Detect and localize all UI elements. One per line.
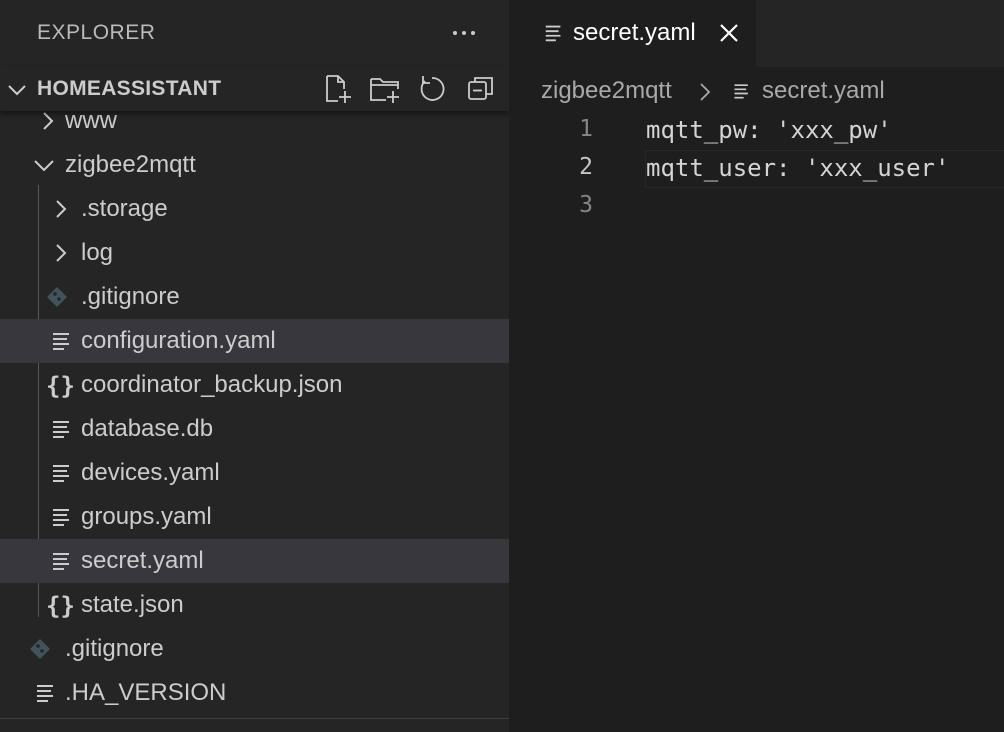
close-icon[interactable] [717, 21, 741, 45]
sidebar-divider [0, 718, 509, 719]
new-file-button[interactable] [322, 73, 354, 105]
line-text: mqtt_user: 'xxx_user' [646, 154, 950, 182]
tree-item-label: log [81, 239, 114, 266]
chevron-right-icon [56, 200, 67, 218]
lines-file-icon [53, 333, 69, 350]
tree-item-folder[interactable]: .storage [0, 187, 509, 231]
breadcrumb-folder[interactable]: zigbee2mqtt [541, 77, 672, 105]
chevron-down-icon [8, 85, 26, 96]
new-folder-icon [370, 78, 399, 103]
tree-item-file[interactable]: .gitignore [0, 627, 509, 671]
editor-pane: secret.yaml zigbee2mqtt secret.yaml 1 mq… [509, 0, 1004, 732]
tree-item-label: groups.yaml [81, 503, 212, 530]
more-actions-button[interactable] [447, 18, 481, 48]
tree-item-file[interactable]: {} state.json [0, 583, 509, 627]
lines-file-icon [545, 25, 561, 42]
workspace-title: HOMEASSISTANT [37, 77, 222, 100]
tree-item-file[interactable]: .HA_VERSION [0, 671, 509, 715]
tree-item-label: coordinator_backup.json [81, 371, 343, 398]
breadcrumb-file[interactable]: secret.yaml [762, 77, 885, 105]
tree-item-file[interactable]: database.db [0, 407, 509, 451]
lines-file-icon [734, 84, 748, 99]
code-line: 1 mqtt_pw: 'xxx_pw' [509, 112, 1004, 150]
code-line: 3 [509, 188, 1004, 226]
explorer-sidebar: EXPLORER HOMEASSISTANT www zigbee2mqtt .… [0, 0, 509, 732]
lines-file-icon [53, 553, 69, 570]
explorer-title: EXPLORER [37, 21, 156, 44]
chevron-right-icon [43, 112, 54, 130]
lines-file-icon [53, 421, 69, 438]
tree-item-file[interactable]: secret.yaml [0, 539, 509, 583]
workspace-section-header[interactable]: HOMEASSISTANT [0, 67, 509, 111]
git-icon [30, 639, 50, 659]
new-file-icon [326, 75, 351, 103]
tree-item-folder[interactable]: log [0, 231, 509, 275]
tree-item-label: .gitignore [81, 283, 180, 310]
tree-item-label: configuration.yaml [81, 327, 276, 354]
tree-item-file[interactable]: devices.yaml [0, 451, 509, 495]
tree-item-file[interactable]: .gitignore [0, 275, 509, 319]
tree-item-label: .gitignore [65, 635, 164, 662]
lines-file-icon [37, 685, 53, 702]
ellipsis-icon [453, 31, 457, 35]
tree-item-label: secret.yaml [81, 547, 204, 574]
code-line-current: 2 mqtt_user: 'xxx_user' [509, 150, 1004, 188]
new-folder-button[interactable] [369, 73, 401, 105]
collapse-all-icon [468, 77, 493, 100]
tree-item-file[interactable]: {} coordinator_backup.json [0, 363, 509, 407]
tree-item-label: devices.yaml [81, 459, 220, 486]
line-text: mqtt_pw: 'xxx_pw' [646, 116, 892, 144]
tree-item-label: .HA_VERSION [65, 679, 227, 706]
git-icon [47, 287, 67, 307]
tab-label: secret.yaml [573, 19, 696, 46]
json-icon: {} [46, 372, 75, 400]
line-number: 2 [579, 154, 593, 180]
tree-item-label: database.db [81, 415, 214, 442]
refresh-button[interactable] [416, 73, 448, 105]
chevron-down-icon [34, 160, 54, 172]
collapse-all-button[interactable] [465, 73, 497, 105]
tree-item-label: state.json [81, 591, 184, 618]
chevron-right-icon [56, 244, 67, 262]
refresh-icon [420, 76, 445, 101]
lines-file-icon [53, 465, 69, 482]
tab-bar: secret.yaml [509, 0, 1004, 67]
tree-item-label: .storage [81, 195, 168, 222]
tree-item-label: zigbee2mqtt [65, 151, 196, 178]
tree-item-file[interactable]: configuration.yaml [0, 319, 509, 363]
line-number: 3 [579, 192, 593, 218]
json-icon: {} [46, 592, 75, 620]
chevron-right-icon [700, 83, 711, 101]
tree-item-file[interactable]: groups.yaml [0, 495, 509, 539]
tab-secret-yaml[interactable]: secret.yaml [509, 0, 756, 67]
lines-file-icon [53, 509, 69, 526]
line-number: 1 [579, 116, 593, 142]
tree-item-folder[interactable]: zigbee2mqtt [0, 143, 509, 187]
tree-item-label: www [65, 107, 117, 134]
